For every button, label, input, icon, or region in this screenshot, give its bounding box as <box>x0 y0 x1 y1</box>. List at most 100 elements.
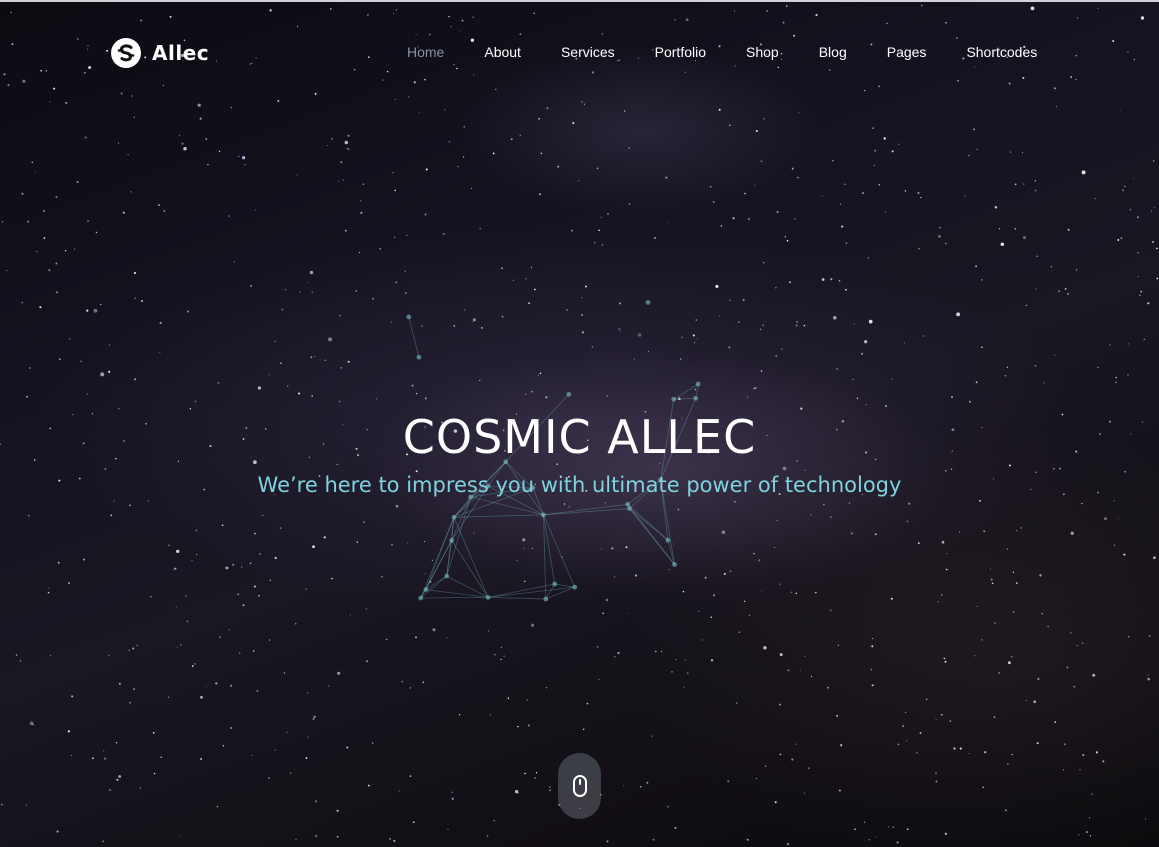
star <box>964 195 966 197</box>
star <box>795 324 798 327</box>
star <box>295 838 297 841</box>
nav-item-home[interactable]: Home <box>407 44 444 60</box>
star <box>486 835 489 837</box>
star <box>578 180 580 182</box>
star <box>787 669 790 672</box>
star <box>618 328 621 331</box>
star <box>283 672 286 674</box>
star <box>680 358 682 360</box>
star <box>133 271 137 275</box>
nav-item-shop[interactable]: Shop <box>746 44 779 60</box>
star <box>432 628 436 632</box>
star <box>549 789 552 792</box>
star <box>1055 105 1057 108</box>
star <box>338 400 341 403</box>
star <box>1034 288 1037 290</box>
star <box>1137 276 1139 278</box>
star <box>728 346 731 349</box>
star <box>494 654 496 656</box>
star <box>945 469 947 472</box>
star <box>1151 210 1153 212</box>
star <box>1022 152 1024 154</box>
star <box>104 468 107 470</box>
star <box>701 639 703 641</box>
star <box>108 654 110 657</box>
star <box>672 543 674 545</box>
star <box>935 772 937 774</box>
nav-item-pages[interactable]: Pages <box>887 44 927 60</box>
star <box>87 220 90 222</box>
star <box>488 630 490 632</box>
nav-item-shortcodes[interactable]: Shortcodes <box>966 44 1037 60</box>
star <box>362 183 365 185</box>
star <box>409 775 412 777</box>
star <box>340 367 343 369</box>
star <box>581 314 583 316</box>
star <box>57 561 60 564</box>
star <box>25 804 28 806</box>
star <box>147 500 150 502</box>
brand-logo[interactable]: Allec <box>110 37 209 69</box>
star <box>1115 376 1117 379</box>
star <box>199 117 202 120</box>
star <box>406 234 408 236</box>
scroll-down-button[interactable] <box>558 753 601 819</box>
star <box>1081 502 1083 505</box>
star <box>1145 818 1147 820</box>
star <box>872 637 874 640</box>
star <box>442 232 445 235</box>
star <box>287 385 289 387</box>
nav-item-portfolio[interactable]: Portfolio <box>655 44 706 60</box>
star <box>738 631 741 634</box>
star <box>779 753 782 756</box>
star <box>251 754 253 756</box>
star <box>510 138 513 141</box>
star <box>68 582 70 584</box>
star <box>365 660 368 663</box>
star <box>744 192 746 195</box>
star <box>1062 769 1065 771</box>
star <box>385 638 388 641</box>
star <box>307 282 310 284</box>
star <box>720 225 723 227</box>
star <box>1092 673 1096 677</box>
star <box>1034 180 1037 182</box>
star <box>990 578 993 581</box>
star <box>876 836 878 838</box>
star <box>340 161 343 164</box>
star <box>134 378 137 381</box>
star <box>534 776 536 779</box>
star <box>660 650 663 653</box>
star <box>922 335 925 337</box>
star <box>710 616 712 618</box>
star <box>391 544 393 546</box>
star <box>1075 269 1078 271</box>
nav-item-about[interactable]: About <box>484 44 521 60</box>
star <box>953 747 956 750</box>
star <box>229 726 233 730</box>
nav-item-blog[interactable]: Blog <box>819 44 847 60</box>
star <box>371 783 373 785</box>
star <box>602 612 605 615</box>
network-line <box>408 316 420 358</box>
nav-item-services[interactable]: Services <box>561 44 615 60</box>
star <box>795 743 797 745</box>
star <box>634 574 638 577</box>
network-line <box>488 597 546 600</box>
star <box>346 147 349 150</box>
star <box>665 176 668 179</box>
star <box>1023 183 1025 185</box>
star <box>868 319 873 324</box>
star <box>935 780 938 783</box>
star <box>1054 354 1056 356</box>
star <box>861 353 863 355</box>
star <box>375 398 378 400</box>
star <box>804 469 806 471</box>
star <box>296 174 299 176</box>
star <box>401 680 404 683</box>
star <box>1007 661 1011 665</box>
star <box>763 118 765 120</box>
star <box>230 684 233 687</box>
star <box>531 623 535 627</box>
star <box>205 686 207 688</box>
